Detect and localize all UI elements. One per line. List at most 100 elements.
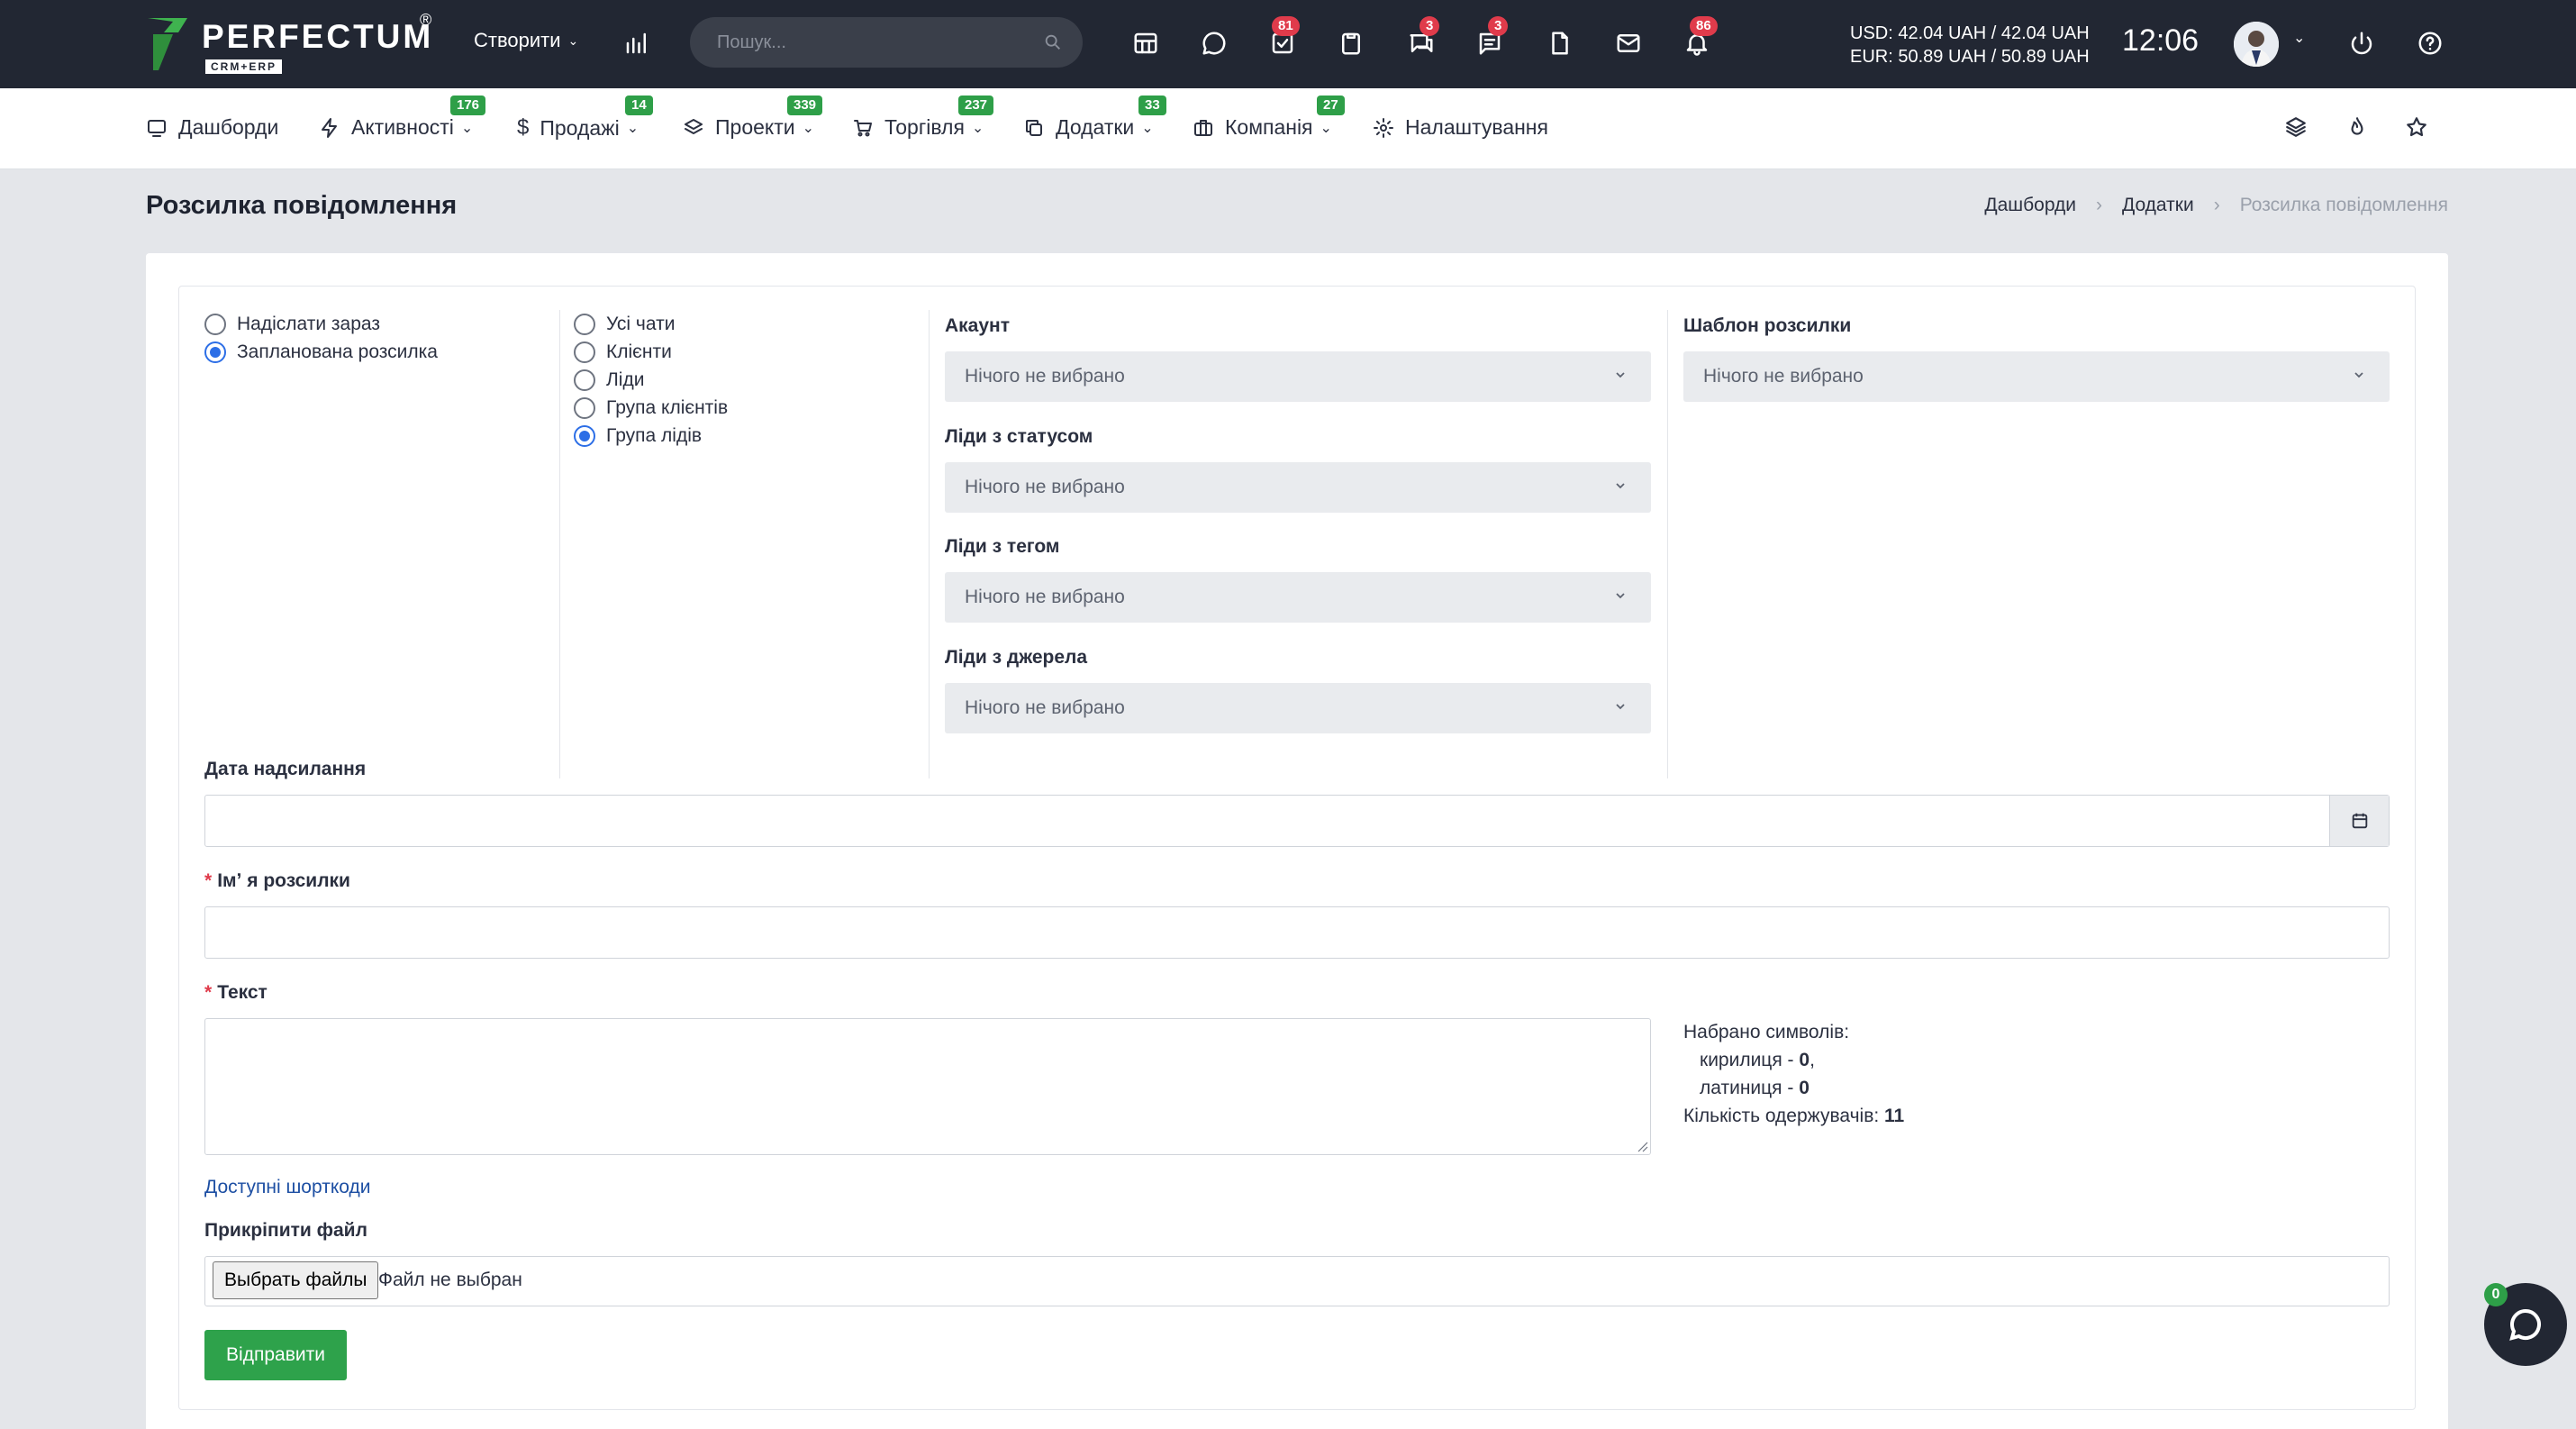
star-icon[interactable] — [2405, 115, 2434, 144]
currency-rates: USD: 42.04 UAH / 42.04 UAH EUR: 50.89 UA… — [1850, 22, 2090, 68]
main-navigation: Дашборди Активності ⌄ 176 $ Продажі ⌄ 14… — [0, 88, 2576, 169]
character-stats: Набрано символів: кирилиця - 0, латиниця… — [1683, 1018, 1904, 1130]
select-value: Нічого не вибрано — [965, 697, 1125, 718]
leads-status-select[interactable]: Нічого не вибрано — [945, 462, 1651, 513]
chevron-down-icon: ⌄ — [460, 120, 474, 136]
clipboard-icon[interactable] — [1333, 25, 1369, 61]
radio-client-group[interactable]: Група клієнтів — [574, 394, 728, 422]
radio-lead-group[interactable]: Група лідів — [574, 422, 728, 450]
leads-tag-label: Ліди з тегом — [945, 536, 1060, 557]
column-divider — [929, 310, 930, 778]
leads-source-select[interactable]: Нічого не вибрано — [945, 683, 1651, 733]
calendar-icon[interactable] — [2329, 796, 2389, 846]
chevron-down-icon: ⌄ — [1320, 120, 1332, 136]
lightning-icon — [322, 117, 337, 138]
radio-send-now-indicator — [204, 313, 226, 335]
mail-icon[interactable] — [1610, 25, 1646, 61]
latin-value: 0 — [1799, 1078, 1810, 1098]
chat-widget-button[interactable]: 0 — [2484, 1283, 2567, 1366]
nav-item-trade[interactable]: Торгівля ⌄ 237 — [852, 96, 994, 140]
radio-leads[interactable]: Ліди — [574, 366, 728, 394]
logo[interactable]: PERFECTUM ® CRM+ERP — [146, 11, 443, 76]
bell-icon[interactable]: 86 — [1679, 16, 1718, 61]
radio-label: Усі чати — [606, 313, 676, 334]
gear-icon — [1374, 117, 1393, 138]
dashboard-icon — [148, 119, 166, 137]
document-icon[interactable] — [1542, 25, 1578, 61]
layers-stack-icon[interactable] — [2284, 115, 2313, 144]
help-icon[interactable] — [2412, 25, 2448, 61]
recipients-count: Кількість одержувачів: 11 — [1683, 1102, 1904, 1130]
account-select[interactable]: Нічого не вибрано — [945, 351, 1651, 402]
user-menu-chevron-icon[interactable]: ⌄ — [2293, 29, 2305, 47]
tasks-check-icon[interactable]: 81 — [1265, 16, 1301, 61]
chat-bubble-icon[interactable] — [1196, 25, 1232, 61]
nav-item-sales[interactable]: $ Продажі ⌄ 14 — [517, 96, 653, 141]
nav-item-company[interactable]: Компанія ⌄ 27 — [1193, 96, 1345, 140]
send-button[interactable]: Відправити — [204, 1330, 347, 1380]
chat-widget-badge: 0 — [2484, 1283, 2508, 1306]
radio-all-chats[interactable]: Усі чати — [574, 310, 728, 338]
messages-icon[interactable]: 3 — [1472, 16, 1509, 61]
template-select[interactable]: Нічого не вибрано — [1683, 351, 2390, 402]
chevron-down-icon: ⌄ — [626, 121, 639, 136]
radio-clients-indicator — [574, 341, 595, 363]
chevron-down-icon: ⌄ — [802, 120, 815, 136]
avatar[interactable] — [2234, 22, 2279, 67]
nav-badge: 339 — [787, 96, 823, 115]
template-label: Шаблон розсилки — [1683, 315, 1852, 336]
radio-clients[interactable]: Клієнти — [574, 338, 728, 366]
nav-item-label: Проекти — [715, 115, 795, 139]
message-textarea[interactable] — [204, 1018, 1651, 1155]
cyrillic-count: кирилиця - 0, — [1683, 1046, 1904, 1074]
radio-scheduled[interactable]: Запланована розсилка — [204, 338, 438, 366]
chevron-down-icon — [2354, 372, 2363, 378]
comments-badge: 3 — [1420, 16, 1440, 36]
select-value: Нічого не вибрано — [965, 477, 1125, 497]
name-label: * Імʼ я розсилки — [204, 870, 350, 892]
calendar-table-icon[interactable] — [1128, 25, 1164, 61]
power-icon[interactable] — [2344, 25, 2380, 61]
nav-item-addons[interactable]: Додатки ⌄ 33 — [1023, 96, 1166, 140]
create-menu[interactable]: Створити ⌄ — [474, 29, 578, 52]
nav-item-projects[interactable]: Проекти ⌄ 339 — [683, 96, 823, 140]
mailing-name-input[interactable] — [204, 906, 2390, 959]
attach-label: Прикріпити файл — [204, 1220, 367, 1241]
resize-handle-icon[interactable] — [1636, 1140, 1648, 1152]
brand-registered-mark: ® — [420, 11, 432, 29]
text-label: * Текст — [204, 982, 268, 1004]
recipients-group: Усі чати Клієнти Ліди Група клієнтів Гру… — [574, 310, 728, 450]
recipients-label: Кількість одержувачів: — [1683, 1106, 1885, 1126]
radio-lead-group-indicator — [574, 424, 595, 447]
nav-item-settings[interactable]: Налаштування — [1373, 115, 1548, 140]
search-icon[interactable] — [1043, 32, 1063, 52]
nav-item-activities[interactable]: Активності ⌄ 176 — [319, 96, 486, 140]
date-label: Дата надсилання — [204, 759, 367, 779]
nav-badge: 14 — [625, 96, 653, 115]
fire-icon[interactable] — [2345, 115, 2374, 144]
choose-file-button[interactable]: Выбрать файлы — [213, 1261, 379, 1299]
send-mode-group: Надіслати зараз Запланована розсилка — [204, 310, 438, 366]
radio-label: Група клієнтів — [606, 396, 729, 418]
layers-icon — [685, 118, 703, 134]
notifications-badge: 86 — [1690, 16, 1718, 36]
file-input: Выбрать файлы Файл не выбран — [204, 1256, 2390, 1306]
date-input[interactable] — [204, 795, 2390, 847]
nav-badge: 27 — [1317, 96, 1345, 115]
search-input[interactable] — [717, 17, 1023, 68]
nav-badge: 33 — [1138, 96, 1166, 115]
page-title: Розсилка повідомлення — [146, 191, 458, 220]
column-divider — [559, 310, 560, 778]
comments-icon[interactable]: 3 — [1403, 16, 1440, 61]
form-panel: Надіслати зараз Запланована розсилка Усі… — [178, 286, 2416, 1410]
nav-item-dashboards[interactable]: Дашборди — [146, 115, 278, 140]
reports-chart-icon[interactable] — [619, 25, 655, 61]
recipients-value: 11 — [1884, 1106, 1905, 1126]
nav-badge: 237 — [958, 96, 994, 115]
shortcodes-link[interactable]: Доступні шорткоди — [204, 1177, 370, 1198]
breadcrumb-dashboards[interactable]: Дашборди — [1984, 195, 2076, 216]
leads-tag-select[interactable]: Нічого не вибрано — [945, 572, 1651, 623]
breadcrumb-addons[interactable]: Додатки — [2122, 195, 2194, 216]
chat-bubble-icon — [2509, 1308, 2541, 1341]
radio-send-now[interactable]: Надіслати зараз — [204, 310, 438, 338]
